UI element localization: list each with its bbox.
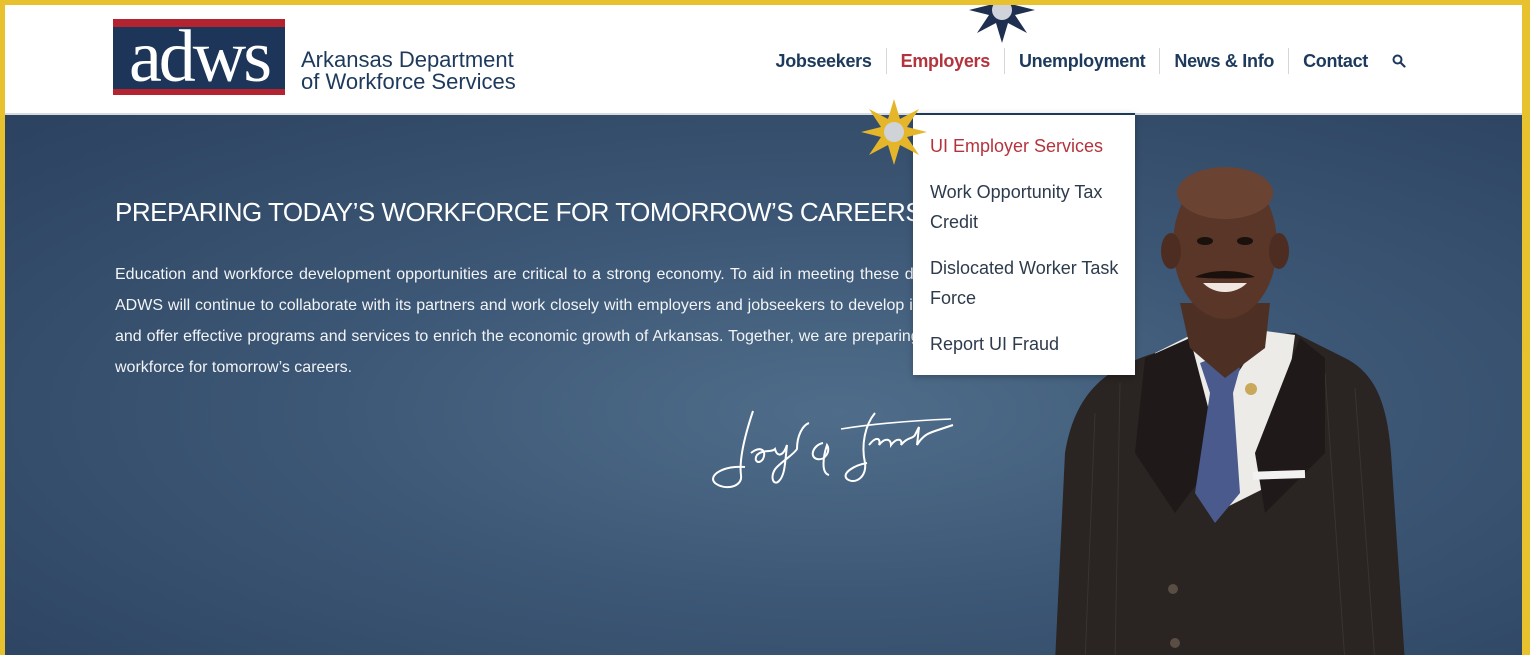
nav-item-unemployment[interactable]: Unemployment (1005, 48, 1161, 74)
dropdown-item-ui-employer-services[interactable]: UI Employer Services (913, 125, 1135, 171)
nav-item-contact[interactable]: Contact (1289, 48, 1382, 74)
main-nav: Jobseekers Employers Unemployment News &… (762, 48, 1412, 74)
nav-item-news-info[interactable]: News & Info (1160, 48, 1290, 74)
dropdown-item-dislocated-worker-task-force[interactable]: Dislocated Worker Task Force (913, 247, 1135, 323)
adws-logo[interactable]: adws (113, 19, 285, 95)
employers-dropdown-menu: UI Employer Services Work Opportunity Ta… (913, 113, 1135, 375)
logo-letters: adws (128, 16, 272, 98)
page: adws Arkansas Department of Workforce Se… (5, 5, 1522, 655)
signature-image (712, 410, 954, 489)
dropdown-item-report-ui-fraud[interactable]: Report UI Fraud (913, 323, 1135, 369)
hero-section: PREPARING TODAY’S WORKFORCE FOR TOMORROW… (5, 115, 1522, 655)
logo-stripe-bottom (113, 89, 285, 95)
highlight-frame: adws Arkansas Department of Workforce Se… (0, 0, 1530, 655)
search-icon[interactable] (1386, 48, 1412, 74)
hero-body: Education and workforce development oppo… (115, 266, 975, 376)
gold-star-marker-icon (861, 99, 927, 165)
nav-item-employers[interactable]: Employers (887, 48, 1005, 74)
logo-text[interactable]: Arkansas Department of Workforce Service… (301, 49, 516, 93)
logo-line-1: Arkansas Department (301, 47, 514, 72)
hero-title: PREPARING TODAY’S WORKFORCE FOR TOMORROW… (115, 197, 923, 227)
navy-star-marker-icon (969, 5, 1035, 43)
site-header: adws Arkansas Department of Workforce Se… (5, 5, 1522, 115)
dropdown-item-work-opportunity-tax-credit[interactable]: Work Opportunity Tax Credit (913, 171, 1135, 247)
nav-item-jobseekers[interactable]: Jobseekers (762, 48, 887, 74)
logo-line-2: of Workforce Services (301, 69, 516, 94)
